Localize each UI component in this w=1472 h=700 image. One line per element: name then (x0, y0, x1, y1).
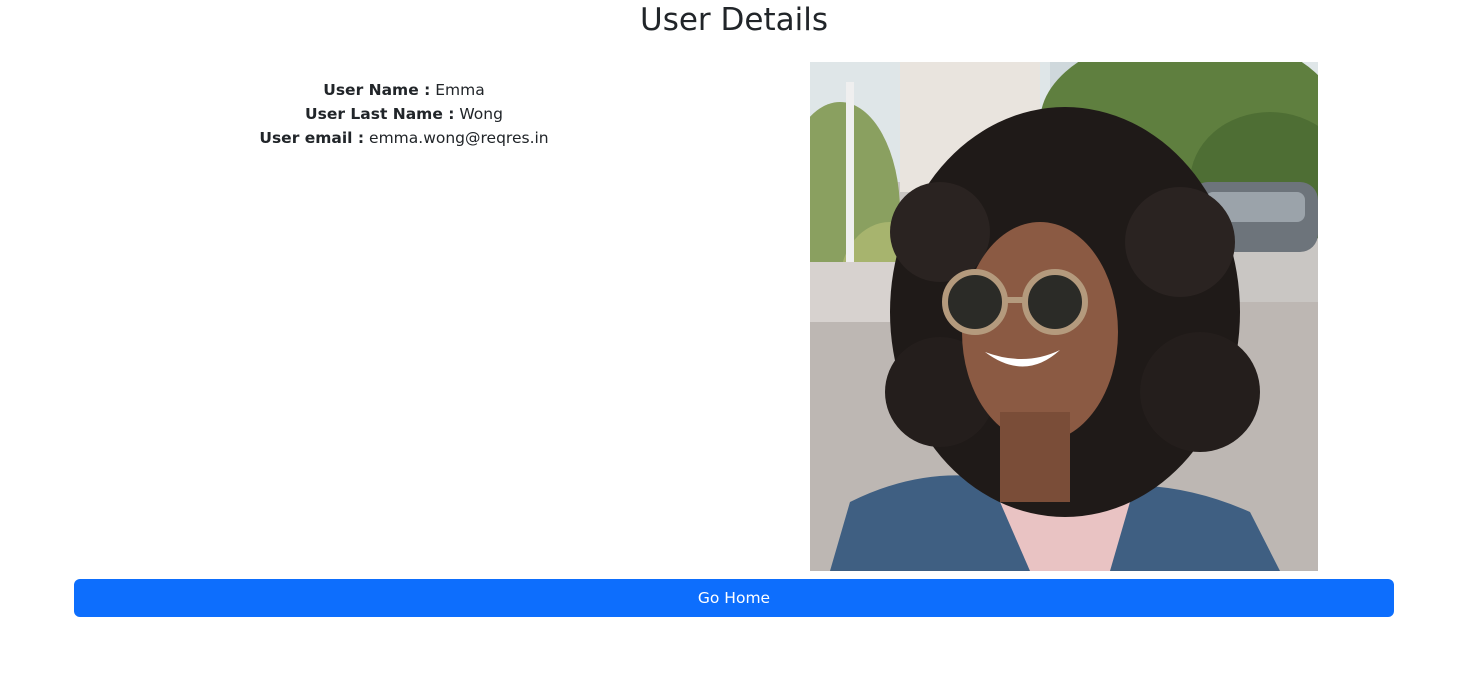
last-name-label: User Last Name : (305, 105, 455, 123)
page-title: User Details (640, 2, 828, 38)
email-value: emma.wong@reqres.in (369, 129, 549, 147)
last-name-value: Wong (459, 105, 503, 123)
user-avatar (810, 62, 1318, 571)
email-row: User email : emma.wong@reqres.in (74, 126, 734, 150)
first-name-value: Emma (435, 81, 485, 99)
last-name-row: User Last Name : Wong (74, 102, 734, 126)
user-details: User Name : Emma User Last Name : Wong U… (74, 78, 734, 150)
go-home-button[interactable]: Go Home (74, 579, 1394, 617)
avatar-photo (810, 62, 1318, 571)
email-label: User email : (259, 129, 365, 147)
first-name-row: User Name : Emma (74, 78, 734, 102)
first-name-label: User Name : (323, 81, 431, 99)
